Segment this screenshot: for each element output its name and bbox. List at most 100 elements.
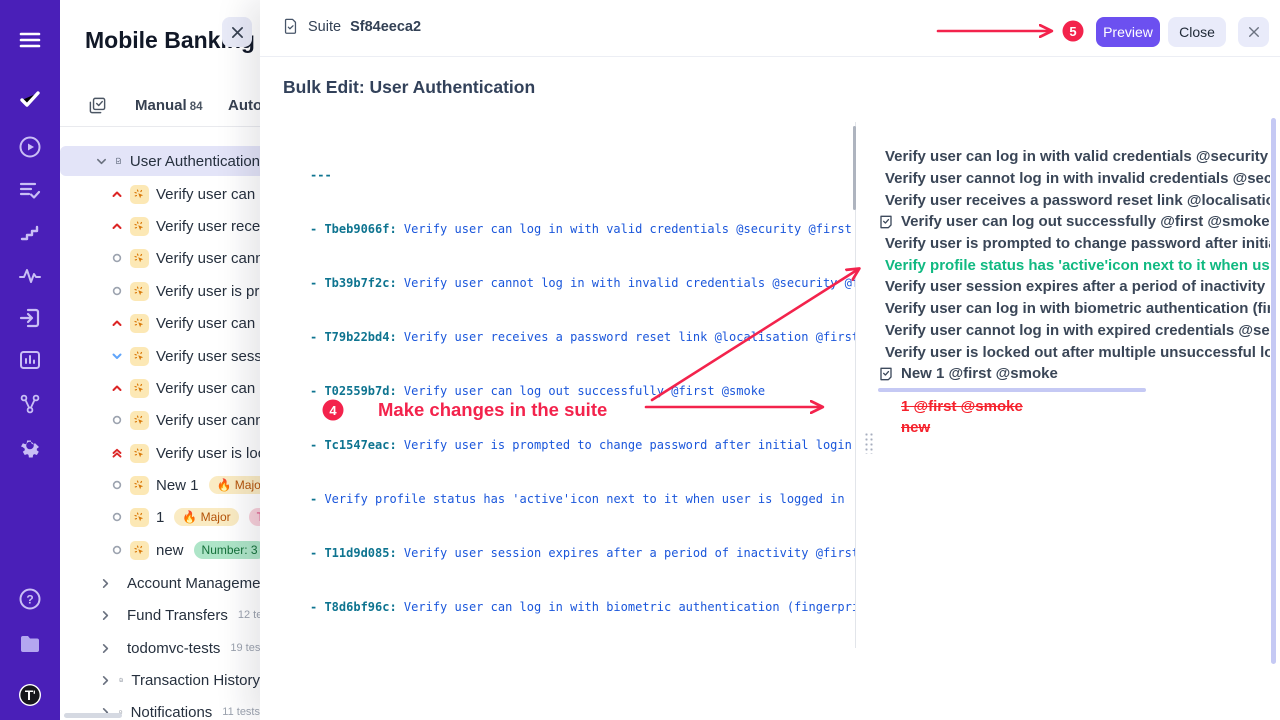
suite-doc-icon — [115, 153, 122, 169]
tab-automated[interactable]: Automated — [228, 97, 260, 114]
preview-test-item: Verify user can log in with biometric au… — [878, 298, 1270, 320]
suite-count: 11 tests — [222, 706, 260, 718]
suite-crumb-label: Suite — [308, 19, 341, 35]
svg-text:T: T — [25, 688, 34, 703]
tree-test-row[interactable]: Verify user session expires after a peri… — [60, 341, 260, 371]
tree-test-row[interactable]: Verify user is prompted to change passwo… — [60, 276, 260, 306]
tree-suite-account-management[interactable]: Account Management — [60, 568, 260, 598]
chevron-right-icon[interactable] — [100, 643, 111, 654]
bulk-edit-modal: Suite Sf84eeca2 Preview Close Bulk Edit:… — [260, 0, 1280, 720]
branches-icon[interactable] — [17, 391, 43, 417]
suite-label: Transaction History — [131, 672, 260, 689]
suite-label: User Authentication — [130, 153, 260, 170]
status-badge: Todo — [249, 508, 260, 526]
import-icon[interactable] — [17, 305, 43, 331]
profile-avatar[interactable]: T — [17, 682, 43, 708]
test-plans-icon[interactable] — [17, 177, 43, 203]
project-drawer: Mobile Banking Manual84 Automated User A… — [60, 0, 260, 720]
tree-suite-user-authentication[interactable]: User Authentication — [60, 146, 260, 176]
tab-manual[interactable]: Manual84 — [135, 97, 202, 114]
editor-line: - Tb39b7f2c: Verify user cannot log in w… — [310, 274, 856, 292]
test-label: Verify user can log in with biometric au… — [156, 380, 260, 397]
flaky-click-icon — [130, 541, 149, 560]
chevron-right-icon[interactable] — [100, 675, 111, 686]
flaky-click-icon — [130, 217, 149, 236]
modal-header: Suite Sf84eeca2 Preview Close — [260, 0, 1280, 57]
tree-test-row[interactable]: Verify user can log in with valid creden… — [60, 179, 260, 209]
editor-line: - Tc1547eac: Verify user is prompted to … — [310, 436, 856, 454]
preview-test-item: Verify user is prompted to change passwo… — [878, 233, 1270, 255]
tree-test-row[interactable]: Verify user can log out successfully — [60, 308, 260, 338]
priority-normal-icon — [110, 285, 123, 297]
svg-text:?: ? — [26, 593, 33, 607]
preview-test-item: Verify user cannot log in with invalid c… — [878, 168, 1270, 190]
preview-test-item: Verify user can log out successfully @fi… — [878, 211, 1270, 233]
chevron-down-icon[interactable] — [96, 156, 107, 167]
suite-label: todomvc-tests — [127, 640, 220, 657]
tree-test-row[interactable]: Verify user can log in with biometric au… — [60, 373, 260, 403]
editor-scrollbar-thumb[interactable] — [853, 126, 856, 210]
app-sidebar: ? T — [0, 0, 60, 720]
settings-gear-icon[interactable] — [17, 436, 43, 462]
runs-play-icon[interactable] — [17, 134, 43, 160]
pulse-icon[interactable] — [17, 263, 43, 289]
bulk-select-icon[interactable] — [88, 96, 107, 120]
help-icon[interactable]: ? — [17, 586, 43, 612]
priority-normal-icon — [110, 511, 123, 523]
tree-folder-todomvc-tests[interactable]: todomvc-tests 19 tests — [60, 633, 260, 663]
tree-suite-fund-transfers[interactable]: Fund Transfers12 tests — [60, 600, 260, 630]
tests-check-icon[interactable] — [17, 86, 43, 112]
analytics-icon[interactable] — [17, 347, 43, 373]
priority-high-icon — [110, 188, 123, 200]
chevron-right-icon[interactable] — [100, 578, 111, 589]
menu-icon[interactable] — [17, 27, 43, 53]
flaky-click-icon — [130, 508, 149, 527]
preview-test-item: Verify user session expires after a peri… — [878, 276, 1270, 298]
suite-doc-icon — [282, 18, 299, 35]
test-label: Verify user can log in with valid creden… — [156, 186, 260, 203]
steps-icon[interactable] — [17, 219, 43, 245]
projects-folder-icon[interactable] — [17, 631, 43, 657]
tree-test-row[interactable]: newNumber: 3 — [60, 535, 260, 565]
horizontal-scrollbar[interactable] — [64, 713, 122, 718]
modal-x-button[interactable] — [1238, 17, 1269, 47]
task-checkbox-icon — [878, 366, 894, 382]
tree-suite-transaction-history[interactable]: Transaction History — [60, 665, 260, 695]
drawer-close-button[interactable] — [222, 17, 252, 47]
tree-test-row[interactable]: Verify user is locked out after multiple… — [60, 438, 260, 468]
flaky-click-icon — [130, 249, 149, 268]
preview-test-item: Verify user is locked out after multiple… — [878, 341, 1270, 363]
tab-manual-label: Manual — [135, 97, 187, 114]
preview-button[interactable]: Preview — [1096, 17, 1160, 47]
tab-automated-label: Automated — [228, 97, 260, 114]
tree-test-row[interactable]: Verify user cannot log in with invalid c… — [60, 243, 260, 273]
chevron-right-icon[interactable] — [100, 610, 111, 621]
suite-label: Account Management — [127, 575, 260, 592]
pane-resize-handle[interactable] — [864, 432, 874, 454]
test-label: 1 — [156, 509, 164, 526]
priority-badge: 🔥 Major — [209, 476, 260, 494]
suite-count: 19 tests — [230, 642, 260, 654]
test-label: New 1 — [156, 477, 199, 494]
priority-normal-icon — [110, 414, 123, 426]
preview-scrollbar[interactable] — [1271, 118, 1276, 664]
flaky-click-icon — [130, 185, 149, 204]
flaky-click-icon — [130, 347, 149, 366]
tree-test-row[interactable]: Verify user cannot log in with expired c… — [60, 405, 260, 435]
tab-manual-count: 84 — [190, 101, 203, 113]
priority-badge: 🔥 Major — [174, 508, 238, 526]
priority-high-icon — [110, 220, 123, 232]
tree-test-row[interactable]: New 1 🔥 Major — [60, 470, 260, 500]
tree-test-row[interactable]: Verify user receives a password reset li… — [60, 211, 260, 241]
close-button[interactable]: Close — [1168, 17, 1226, 47]
priority-high-icon — [110, 382, 123, 394]
preview-removed-item: 1 @first @smoke — [878, 396, 1270, 417]
yaml-bulk-editor[interactable]: --- - Tbeb9066f: Verify user can log in … — [310, 130, 856, 650]
test-label: Verify user is locked out after multiple… — [156, 445, 260, 462]
flaky-click-icon — [130, 379, 149, 398]
tree-test-row[interactable]: 1 🔥 Major Todo — [60, 502, 260, 532]
flaky-click-icon — [130, 282, 149, 301]
flaky-click-icon — [130, 314, 149, 333]
suite-count: 12 tests — [238, 609, 260, 621]
page-title: Bulk Edit: User Authentication — [283, 77, 535, 98]
